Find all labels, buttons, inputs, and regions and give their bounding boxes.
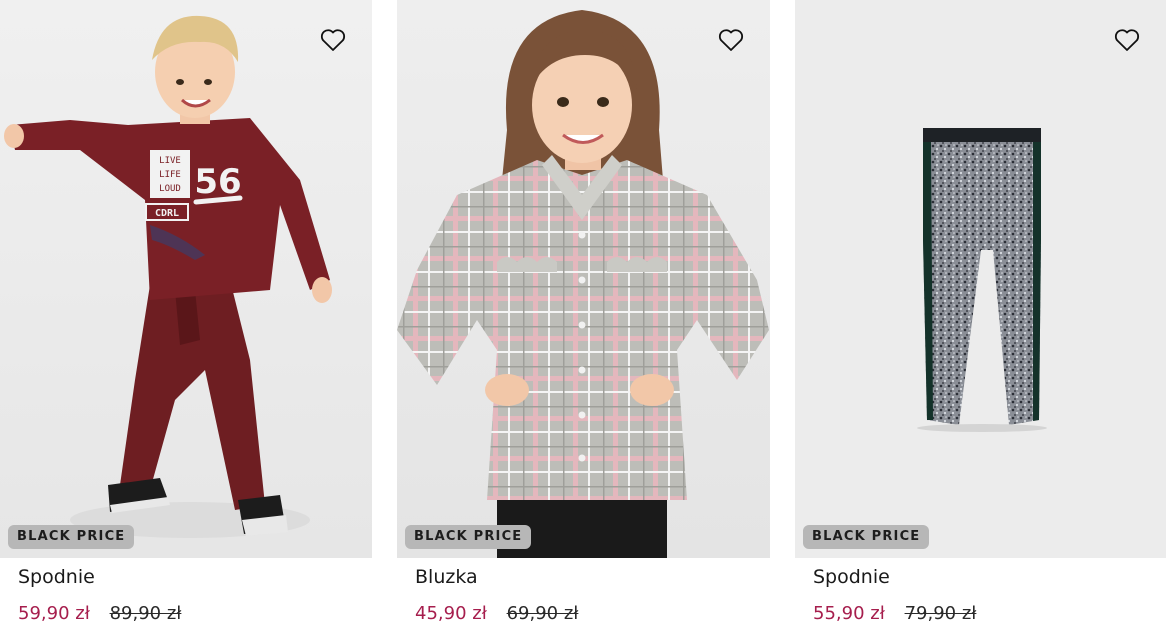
product-name[interactable]: Spodnie: [18, 566, 95, 588]
favorite-heart-icon[interactable]: [718, 28, 744, 52]
product-prices: 59,90 zł 89,90 zł: [18, 603, 181, 624]
product-name[interactable]: Bluzka: [415, 566, 478, 588]
boy-photo: LIVE LIFE LOUD 56 CDRL: [4, 15, 332, 538]
sale-price: 55,90 zł: [813, 603, 885, 624]
favorite-heart-icon[interactable]: [320, 28, 346, 52]
product-image[interactable]: BLACK PRICE: [397, 0, 770, 558]
print-word-3: LOUD: [159, 184, 181, 194]
product-grid: LIVE LIFE LOUD 56 CDRL BLACK PRICE Spodn…: [0, 0, 1166, 634]
product-card[interactable]: LIVE LIFE LOUD 56 CDRL BLACK PRICE Spodn…: [0, 0, 372, 634]
original-price: 89,90 zł: [109, 603, 182, 624]
leggings-photo: [917, 128, 1047, 432]
original-price: 79,90 zł: [904, 603, 977, 624]
product-name[interactable]: Spodnie: [813, 566, 890, 588]
product-image[interactable]: LIVE LIFE LOUD 56 CDRL BLACK PRICE: [0, 0, 372, 558]
sale-price: 45,90 zł: [415, 603, 487, 624]
product-prices: 45,90 zł 69,90 zł: [415, 603, 578, 624]
original-price: 69,90 zł: [506, 603, 579, 624]
black-price-badge: BLACK PRICE: [8, 525, 135, 549]
product-card[interactable]: BLACK PRICE Spodnie 55,90 zł 79,90 zł: [795, 0, 1166, 634]
product-card[interactable]: BLACK PRICE Bluzka 45,90 zł 69,90 zł: [397, 0, 770, 634]
product-image[interactable]: BLACK PRICE: [795, 0, 1166, 558]
product-prices: 55,90 zł 79,90 zł: [813, 603, 976, 624]
black-price-badge: BLACK PRICE: [803, 525, 930, 549]
sale-price: 59,90 zł: [18, 603, 90, 624]
favorite-heart-icon[interactable]: [1114, 28, 1140, 52]
print-word-1: LIVE: [159, 156, 181, 166]
print-word-2: LIFE: [159, 170, 181, 180]
girl-photo: [397, 10, 769, 558]
black-price-badge: BLACK PRICE: [405, 525, 532, 549]
print-brand: CDRL: [155, 208, 179, 219]
